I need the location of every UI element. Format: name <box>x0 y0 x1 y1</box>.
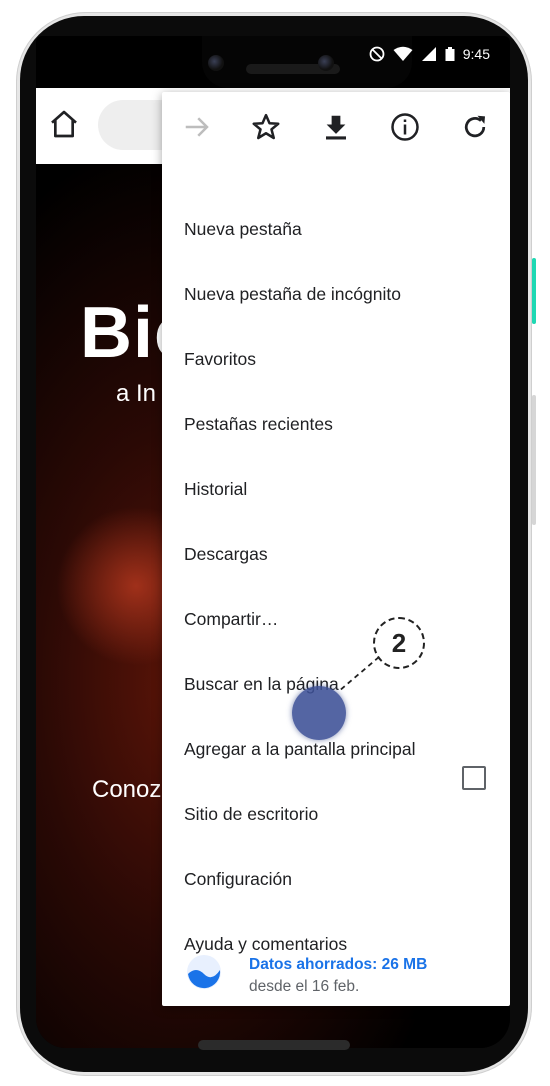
hero-cta-text: Conoz <box>92 776 162 803</box>
tutorial-step-badge: 2 <box>373 617 425 669</box>
refresh-icon[interactable] <box>460 112 490 142</box>
step-connector-line <box>338 656 380 692</box>
navigation-bar <box>198 1040 350 1050</box>
menu-icon-row <box>162 92 510 164</box>
wifi-icon <box>393 46 413 61</box>
screen: Bic a In Conoz 9:45 Nueva pestaña Nueva … <box>36 36 510 1048</box>
star-icon[interactable] <box>251 112 281 142</box>
power-button <box>532 258 536 324</box>
menu-item-desktop-site[interactable]: Sitio de escritorio <box>184 794 318 834</box>
menu-item-settings[interactable]: Configuración <box>184 859 292 899</box>
data-saved-label[interactable]: Datos ahorrados: 26 MB <box>249 956 427 974</box>
menu-item-share[interactable]: Compartir… <box>184 599 278 639</box>
do-not-disturb-icon <box>369 46 385 62</box>
desktop-site-checkbox[interactable] <box>462 766 486 790</box>
menu-item-incognito-tab[interactable]: Nueva pestaña de incógnito <box>184 274 401 314</box>
home-icon[interactable] <box>48 108 80 140</box>
download-icon[interactable] <box>321 112 351 142</box>
volume-button <box>532 395 536 525</box>
menu-item-downloads[interactable]: Descargas <box>184 534 268 574</box>
menu-item-recent-tabs[interactable]: Pestañas recientes <box>184 404 333 444</box>
status-bar: 9:45 <box>369 42 490 66</box>
info-icon[interactable] <box>390 112 420 142</box>
menu-item-add-to-home-screen[interactable]: Agregar a la pantalla principal <box>184 729 416 769</box>
menu-item-new-tab[interactable]: Nueva pestaña <box>184 209 302 249</box>
data-saved-since: desde el 16 feb. <box>249 978 360 995</box>
battery-icon <box>445 47 455 61</box>
hero-subtitle: a In <box>116 380 157 407</box>
front-camera <box>208 55 224 71</box>
forward-icon[interactable] <box>182 112 212 142</box>
status-time: 9:45 <box>462 46 490 62</box>
front-sensor <box>318 55 334 71</box>
menu-item-bookmarks[interactable]: Favoritos <box>184 339 256 379</box>
menu-item-history[interactable]: Historial <box>184 469 247 509</box>
signal-icon <box>421 47 436 61</box>
data-saver-icon <box>187 955 221 989</box>
overflow-menu: Nueva pestaña Nueva pestaña de incógnito… <box>162 92 510 1006</box>
